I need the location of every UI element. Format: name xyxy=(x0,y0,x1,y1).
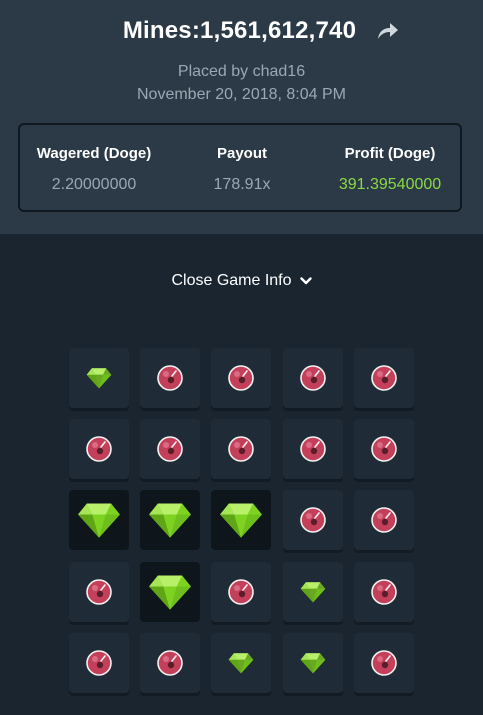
mine-icon xyxy=(157,365,183,391)
mine-icon xyxy=(371,507,397,533)
mine-icon xyxy=(86,579,112,605)
mine-icon xyxy=(300,507,326,533)
grid-tile[interactable] xyxy=(69,490,129,550)
profit-label: Profit (Doge) xyxy=(344,145,436,162)
gem-icon xyxy=(86,368,112,389)
placed-by: Placed by chad16 xyxy=(177,63,306,80)
gem-icon xyxy=(78,503,120,538)
grid-tile[interactable] xyxy=(354,419,414,479)
grid-tile[interactable] xyxy=(69,633,129,693)
mine-icon xyxy=(86,436,112,462)
grid-tile[interactable] xyxy=(69,419,129,479)
payout-label: Payout xyxy=(216,145,267,162)
mine-icon xyxy=(371,579,397,605)
game-info-header: Mines:1,561,612,740 Placed by chad16 Nov… xyxy=(0,0,483,234)
share-icon[interactable] xyxy=(374,18,400,44)
grid-tile[interactable] xyxy=(354,633,414,693)
chevron-down-icon xyxy=(299,277,312,285)
toggle-label: Close Game Info xyxy=(171,272,292,289)
wagered-value: 2.20000000 xyxy=(51,176,137,193)
gem-icon xyxy=(149,575,191,610)
mine-icon xyxy=(371,365,397,391)
grid-tile[interactable] xyxy=(69,562,129,622)
mine-icon xyxy=(86,650,112,676)
grid-tile[interactable] xyxy=(140,490,200,550)
gem-icon xyxy=(149,503,191,538)
wagered-label: Wagered (Doge) xyxy=(36,145,152,162)
payout-value: 178.91x xyxy=(213,176,271,193)
mine-icon xyxy=(228,579,254,605)
grid-tile[interactable] xyxy=(211,348,271,408)
bet-date: November 20, 2018, 8:04 PM xyxy=(136,86,346,103)
grid-tile[interactable] xyxy=(211,562,271,622)
grid-tile[interactable] xyxy=(211,633,271,693)
mine-icon xyxy=(371,650,397,676)
grid-tile[interactable] xyxy=(283,419,343,479)
grid-tile[interactable] xyxy=(283,348,343,408)
grid-tile[interactable] xyxy=(211,490,271,550)
grid-tile[interactable] xyxy=(283,633,343,693)
grid-tile[interactable] xyxy=(283,490,343,550)
grid-tile[interactable] xyxy=(354,348,414,408)
grid-tile[interactable] xyxy=(354,490,414,550)
game-title: Mines:1,561,612,740 xyxy=(122,17,357,44)
gem-icon xyxy=(300,653,326,674)
mine-icon xyxy=(228,365,254,391)
grid-tile[interactable] xyxy=(140,348,200,408)
grid-tile[interactable] xyxy=(283,562,343,622)
gem-icon xyxy=(220,503,262,538)
mine-icon xyxy=(371,436,397,462)
bet-stats-panel: Wagered (Doge) 2.20000000 Payout 178.91x… xyxy=(18,123,462,212)
mine-icon xyxy=(300,436,326,462)
close-game-info-toggle[interactable]: Close Game Info xyxy=(0,270,483,292)
grid-tile[interactable] xyxy=(140,633,200,693)
mine-icon xyxy=(300,365,326,391)
grid-tile[interactable] xyxy=(140,419,200,479)
close-icon[interactable] xyxy=(436,0,466,10)
mine-icon xyxy=(228,436,254,462)
grid-tile[interactable] xyxy=(140,562,200,622)
gem-icon xyxy=(228,653,254,674)
grid-tile[interactable] xyxy=(69,348,129,408)
title-row: Mines:1,561,612,740 xyxy=(0,15,483,47)
mine-icon xyxy=(157,436,183,462)
gem-icon xyxy=(300,582,326,603)
profit-value: 391.39540000 xyxy=(338,176,442,193)
grid-tile[interactable] xyxy=(211,419,271,479)
mine-icon xyxy=(157,650,183,676)
grid-tile[interactable] xyxy=(354,562,414,622)
